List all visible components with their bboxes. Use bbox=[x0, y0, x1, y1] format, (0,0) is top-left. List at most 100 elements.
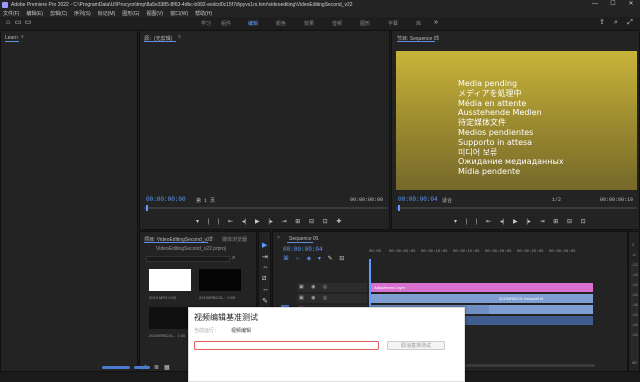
project-item-label: 20190RBC01... 1:00 bbox=[149, 333, 186, 338]
timeline-toolbar[interactable]: ⌘ ∩ ◈ ▾ ✎ ⊟ bbox=[283, 256, 344, 263]
ruler-label: 00:00 bbox=[369, 250, 382, 254]
timeline-timecode[interactable]: 00:00:00:04 bbox=[283, 246, 323, 253]
program-playhead[interactable] bbox=[398, 205, 400, 211]
program-timecode[interactable]: 00:00:00:04 bbox=[398, 196, 438, 203]
close-tab-icon[interactable]: × bbox=[277, 235, 280, 241]
project-thumb[interactable] bbox=[199, 269, 241, 291]
menu-bar: 文件(F) 编辑(E) 剪辑(C) 序列(S) 标记(M) 图形(G) 视图(V… bbox=[0, 9, 640, 17]
program-quality-select[interactable]: 1/2 bbox=[552, 197, 561, 203]
clip-adjustment-layer[interactable]: Adjustment Layer bbox=[371, 283, 593, 292]
search-icon[interactable]: ⌕ bbox=[612, 19, 620, 27]
panel-menu-icon[interactable]: ≡ bbox=[436, 34, 439, 40]
media-pending-line: Ожидание медиаданных bbox=[458, 157, 564, 167]
clip-label: 20190RBC01 0ebcwdl f4 bbox=[499, 296, 544, 301]
quick-export-icon[interactable]: ⇪ bbox=[598, 19, 606, 27]
project-thumb[interactable] bbox=[149, 269, 191, 291]
zoom-slider-left[interactable] bbox=[102, 366, 130, 369]
menu-help[interactable]: 帮助(H) bbox=[195, 10, 212, 17]
learn-panel: Learn ≡ bbox=[0, 30, 138, 372]
menu-edit[interactable]: 编辑(E) bbox=[26, 10, 43, 17]
workspace-tab-graphics[interactable]: 图形 bbox=[360, 20, 370, 27]
clip-audio-2[interactable] bbox=[489, 316, 593, 325]
workspace-tab-learn[interactable]: 学习 bbox=[201, 20, 211, 27]
source-transport-controls[interactable]: ▾ | | ⇤ ◂| ▶ |▸ ⇥ ⊞ ⊟ ⊡ ✚ bbox=[196, 219, 341, 226]
source-end-timecode: 00:00:00:00 bbox=[350, 197, 384, 203]
window-title: Adobe Premiere Pro 2022 - C:\ProgramData… bbox=[11, 1, 353, 8]
menu-view[interactable]: 视图(V) bbox=[146, 10, 163, 17]
clip-label: Adjustment Layer bbox=[374, 285, 406, 290]
clip-video-4[interactable] bbox=[489, 305, 593, 314]
menu-markers[interactable]: 标记(M) bbox=[98, 10, 116, 17]
workspace-tab-assembly[interactable]: 组件 bbox=[221, 20, 231, 27]
media-pending-line: 待定媒体文件 bbox=[458, 118, 506, 128]
menu-clip[interactable]: 剪辑(C) bbox=[50, 10, 67, 17]
source-scrubber[interactable] bbox=[144, 207, 387, 209]
track-toggle-icons[interactable]: ▣ ◉ ◎ bbox=[299, 295, 327, 302]
program-scrubber[interactable] bbox=[396, 207, 637, 209]
ripple-edit-tool-icon[interactable]: ⇔ bbox=[262, 264, 269, 271]
workspace-tab-effects[interactable]: 效果 bbox=[304, 20, 314, 27]
project-item-label: 2019.MP4 0:00 bbox=[149, 295, 177, 300]
program-preview: Media pending メディアを処理中 Média en attente … bbox=[396, 51, 637, 190]
program-transport-controls[interactable]: ▾ | | ⇤ ◂| ▶ |▸ ⇥ ⊞ ⊟ ⊡ bbox=[454, 219, 586, 226]
tab-underline bbox=[144, 242, 208, 243]
export-icon[interactable]: ▭ bbox=[24, 19, 32, 27]
pen-tool-icon[interactable]: ✎ bbox=[262, 297, 268, 305]
ruler-label: 00:00:10:00 bbox=[421, 250, 448, 254]
source-timecode[interactable]: 00:00:00:00 bbox=[146, 196, 186, 203]
zoom-slider-right[interactable] bbox=[134, 366, 150, 369]
more-workspaces-icon[interactable]: » bbox=[432, 19, 440, 27]
timeline-ruler[interactable]: 00:00 00:00:05:00 00:00:10:00 00:00:15:0… bbox=[369, 250, 595, 259]
project-thumb[interactable] bbox=[149, 307, 191, 329]
razor-tool-icon[interactable]: ⧄ bbox=[262, 275, 266, 283]
media-pending-text: Media pending メディアを処理中 Média en attente … bbox=[458, 79, 564, 177]
cancel-benchmark-button[interactable]: 取消基准测试 bbox=[387, 341, 445, 350]
clip-video-2[interactable]: 20190RBC01 0ebcwdl f4 bbox=[489, 294, 593, 303]
ruler-label: 00:00:30:00 bbox=[549, 250, 576, 254]
list-view-icon[interactable]: ≣ bbox=[154, 364, 159, 371]
fullscreen-icon[interactable]: ⤢ bbox=[626, 19, 634, 27]
source-playhead[interactable] bbox=[146, 205, 148, 211]
panel-menu-icon[interactable]: ≡ bbox=[315, 235, 318, 241]
track-toggle-icons[interactable]: ▣ ◉ ◎ bbox=[299, 284, 327, 291]
menu-window[interactable]: 窗口(W) bbox=[170, 10, 188, 17]
menu-file[interactable]: 文件(F) bbox=[3, 10, 19, 17]
track-select-tool-icon[interactable]: ⇥ bbox=[262, 253, 268, 261]
panel-menu-icon[interactable]: ≡ bbox=[21, 34, 24, 40]
slip-tool-icon[interactable]: ↔ bbox=[262, 286, 269, 293]
workspace-bar: ⌂ ▭ ▭ 学习 组件 编辑 颜色 效果 音频 图形 字幕 库 » ⇪ ⌕ ⤢ bbox=[0, 17, 640, 29]
media-pending-line: メディアを処理中 bbox=[458, 88, 522, 98]
media-browser-tab[interactable]: 媒体浏览器 bbox=[222, 236, 247, 243]
media-pending-line: Supporto in attesa bbox=[458, 137, 533, 147]
dialog-title: 视频编辑基准测试 bbox=[194, 313, 258, 322]
source-page[interactable]: 第 1 页 bbox=[196, 197, 215, 204]
menu-graphics[interactable]: 图形(G) bbox=[122, 10, 139, 17]
import-icon[interactable]: ▭ bbox=[14, 19, 22, 27]
selection-tool-icon[interactable]: ▶ bbox=[262, 241, 267, 249]
panel-menu-icon[interactable]: ≡ bbox=[210, 235, 213, 241]
minimize-button[interactable]: — bbox=[586, 0, 604, 9]
project-search-input[interactable] bbox=[146, 256, 230, 262]
icon-view-icon[interactable]: ▦ bbox=[164, 364, 170, 371]
source-monitor-panel: 源：(无剪辑) ≡ 00:00:00:00 第 1 页 00:00:00:00 … bbox=[139, 30, 390, 230]
workspace-tab-libraries[interactable]: 库 bbox=[416, 20, 421, 27]
workspace-tab-captions[interactable]: 字幕 bbox=[388, 20, 398, 27]
program-fit-select[interactable]: 适合 bbox=[442, 197, 452, 204]
ruler-label: 00:00:15:00 bbox=[453, 250, 480, 254]
workspace-tab-editing[interactable]: 编辑 bbox=[248, 20, 258, 27]
project-item-label: 20190RBC01... 0:00 bbox=[199, 295, 236, 300]
menu-sequence[interactable]: 序列(S) bbox=[74, 10, 91, 17]
panel-menu-icon[interactable]: ≡ bbox=[178, 34, 181, 40]
premiere-logo-icon bbox=[2, 1, 8, 8]
tab-underline bbox=[144, 41, 176, 42]
workspace-tab-color[interactable]: 颜色 bbox=[276, 20, 286, 27]
media-pending-line: Media pending bbox=[458, 79, 518, 88]
progress-field bbox=[194, 341, 379, 350]
home-icon[interactable]: ⌂ bbox=[4, 19, 12, 27]
search-icon[interactable]: ⌕ bbox=[232, 255, 235, 262]
maximize-button[interactable]: ☐ bbox=[604, 0, 622, 9]
audio-meter-left bbox=[631, 262, 634, 362]
clip-video-1[interactable] bbox=[371, 294, 489, 303]
close-button[interactable]: ✕ bbox=[622, 0, 640, 9]
workspace-tab-audio[interactable]: 音频 bbox=[332, 20, 342, 27]
